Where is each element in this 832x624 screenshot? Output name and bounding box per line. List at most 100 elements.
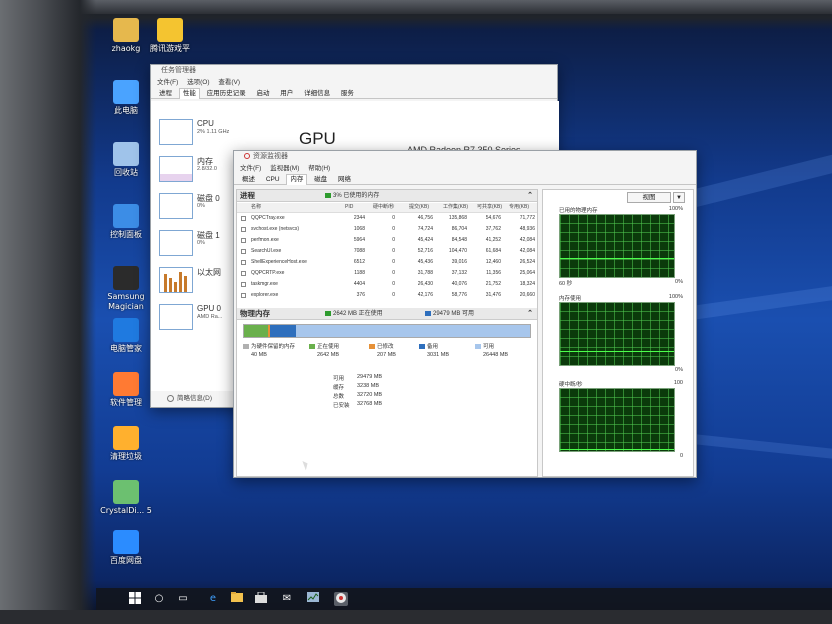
process-column-headers: 名称 PID 硬中断/秒 提交(KB) 工作集(KB) 可共享(KB) 专用(K… (237, 203, 537, 213)
physical-memory-section-header[interactable]: 物理内存 2642 MB 正在使用 29479 MB 可用 ⌃ (237, 308, 537, 320)
menu-help[interactable]: 帮助(H) (308, 165, 330, 172)
cell-share: 61,684 (485, 248, 501, 254)
perf-item[interactable]: 磁盘 1 0% (159, 228, 229, 260)
perf-item[interactable]: 内存 2.8/32.0 (159, 154, 229, 186)
desktop-shortcut[interactable]: 腾讯游戏平 (140, 18, 200, 54)
col-pid[interactable]: PID (345, 203, 353, 212)
col-hard-faults[interactable]: 硬中断/秒 (373, 203, 394, 212)
network-spike (164, 274, 167, 292)
desktop-shortcut[interactable]: 控制面板 (96, 204, 156, 240)
perf-item[interactable]: CPU 2% 1.11 GHz (159, 117, 229, 149)
perf-item[interactable]: 磁盘 0 0% (159, 191, 229, 223)
tab-app-history[interactable]: 应用历史记录 (203, 88, 250, 99)
tab-cpu[interactable]: CPU (262, 174, 284, 185)
tab-network[interactable]: 网络 (334, 174, 355, 185)
tab-disk[interactable]: 磁盘 (310, 174, 331, 185)
row-checkbox[interactable] (241, 260, 246, 265)
col-shareable[interactable]: 可共享(KB) (477, 203, 502, 212)
resource-monitor-window[interactable]: 资源监视器 文件(F) 监视器(M) 帮助(H) 概述 CPU 内存 磁盘 网络… (233, 150, 697, 478)
monitor-photo: zhaokg 腾讯游戏平 此电脑 回收站 控制面板 Samsung Magician 电脑管… (0, 0, 832, 624)
store-icon[interactable] (254, 591, 268, 606)
desktop-shortcut[interactable]: 电脑管家 (96, 318, 156, 354)
col-name[interactable]: 名称 (251, 203, 261, 212)
menu-file[interactable]: 文件(F) (240, 165, 261, 172)
table-row[interactable]: ShellExperienceHost.exe 6512 0 45,436 39,016… (237, 258, 537, 267)
menu-options[interactable]: 选项(O) (187, 79, 209, 86)
desktop-shortcut[interactable]: 回收站 (96, 142, 156, 178)
cell-hf: 0 (392, 259, 395, 265)
col-commit[interactable]: 提交(KB) (409, 203, 429, 212)
col-private[interactable]: 专用(KB) (509, 203, 529, 212)
edge-icon[interactable]: e (206, 592, 220, 606)
memory-legend-item: 可用 26448 MB (475, 342, 535, 358)
memory-stat-key: 缓存 (333, 385, 345, 391)
left-panel: 进程 3% 已使用的内存 ⌃ 名称 PID 硬中断/秒 提交(KB) 工作集(K… (236, 189, 538, 477)
collapse-chevron-icon[interactable]: ⌃ (527, 190, 533, 202)
cell-share: 31,476 (485, 292, 501, 298)
folder-icon (113, 18, 139, 42)
memory-bar-segment (269, 325, 297, 337)
table-row[interactable]: perfmon.exe 5964 0 45,424 84,548 41,252 42,084 (237, 236, 537, 245)
cell-pid: 376 (356, 292, 365, 298)
legend-label: 为硬件保留的内存 (251, 344, 296, 350)
gpu-heading: GPU (299, 129, 336, 148)
perf-item[interactable]: GPU 0 AMD Ra... (159, 302, 229, 334)
table-row[interactable]: QQPCTray.exe 2344 0 46,756 135,868 54,676 71,7… (237, 214, 537, 223)
table-row[interactable]: taskmgr.exe 4404 0 26,430 40,076 21,752 18,324 (237, 280, 537, 289)
row-checkbox[interactable] (241, 271, 246, 276)
col-working-set[interactable]: 工作集(KB) (443, 203, 468, 212)
blue-swatch-icon (425, 310, 431, 316)
graph-toolbar: 视图 ▼ (557, 192, 691, 204)
task-manager-icon[interactable] (306, 592, 320, 606)
table-row[interactable]: svchost.exe (netsvcs) 1068 0 74,724 86,704 37… (237, 225, 537, 234)
row-checkbox[interactable] (241, 216, 246, 221)
menu-file[interactable]: 文件(F) (157, 79, 178, 86)
row-checkbox[interactable] (241, 282, 246, 287)
desktop-shortcut[interactable]: 软件管理 (96, 372, 156, 408)
desktop-shortcut-label: 百度网盘 (110, 556, 142, 565)
row-checkbox[interactable] (241, 227, 246, 232)
graph-canvas (559, 214, 675, 278)
table-row[interactable]: explorer.exe 376 0 42,176 58,776 31,476 20,660 (237, 291, 537, 300)
tab-performance[interactable]: 性能 (178, 88, 200, 99)
table-row[interactable]: QQPCRTP.exe 1188 0 31,788 37,132 11,356 25,064 (237, 269, 537, 278)
tab-users[interactable]: 用户 (276, 88, 297, 99)
tab-processes[interactable]: 进程 (155, 88, 176, 99)
collapse-chevron-icon[interactable]: ⌃ (527, 308, 533, 320)
tab-details[interactable]: 详细信息 (300, 88, 334, 99)
file-explorer-icon[interactable] (230, 592, 244, 606)
tab-services[interactable]: 服务 (337, 88, 358, 99)
desktop-shortcut[interactable]: 此电脑 (96, 80, 156, 116)
table-row[interactable]: SearchUI.exe 7088 0 52,716 104,470 61,684 42,0… (237, 247, 537, 256)
memory-used-text: 3% 已使用的内存 (333, 193, 380, 199)
processes-section-header[interactable]: 进程 3% 已使用的内存 ⌃ (237, 190, 537, 202)
windows-start-icon[interactable] (128, 592, 142, 606)
process-name: QQPCTray.exe (251, 215, 285, 221)
row-checkbox[interactable] (241, 238, 246, 243)
processes-title: 进程 (240, 191, 255, 200)
resource-monitor-icon[interactable] (334, 592, 348, 606)
perf-item[interactable]: 以太网 (159, 265, 229, 297)
menu-view[interactable]: 查看(V) (218, 79, 240, 86)
row-checkbox[interactable] (241, 249, 246, 254)
menu-monitor[interactable]: 监视器(M) (270, 165, 299, 172)
desktop-shortcut[interactable]: 百度网盘 (96, 530, 156, 566)
perf-item-name: 以太网 (197, 268, 221, 277)
desktop-shortcut[interactable]: CrystalDi... 5 (96, 480, 156, 516)
row-checkbox[interactable] (241, 293, 246, 298)
menu-bar: 文件(F) 选项(O) 查看(V) (151, 77, 557, 88)
taskbar: ○ ▭ e ✉ (96, 588, 832, 610)
search-icon[interactable]: ○ (152, 592, 166, 606)
tab-overview[interactable]: 概述 (238, 174, 259, 185)
view-button[interactable]: 视图 (627, 192, 671, 203)
tab-memory[interactable]: 内存 (286, 174, 308, 185)
desktop-shortcut-label: 控制面板 (110, 230, 142, 239)
task-view-icon[interactable]: ▭ (176, 592, 190, 606)
tab-startup[interactable]: 启动 (252, 88, 273, 99)
green-swatch-icon (325, 310, 331, 316)
fewer-details-link[interactable]: 简略信息(D) (167, 392, 212, 402)
desktop-shortcut[interactable]: 清理垃圾 (96, 426, 156, 462)
desktop-shortcut[interactable]: Samsung Magician (96, 266, 156, 312)
mail-icon[interactable]: ✉ (280, 592, 294, 606)
view-dropdown-chevron-icon[interactable]: ▼ (673, 192, 685, 203)
